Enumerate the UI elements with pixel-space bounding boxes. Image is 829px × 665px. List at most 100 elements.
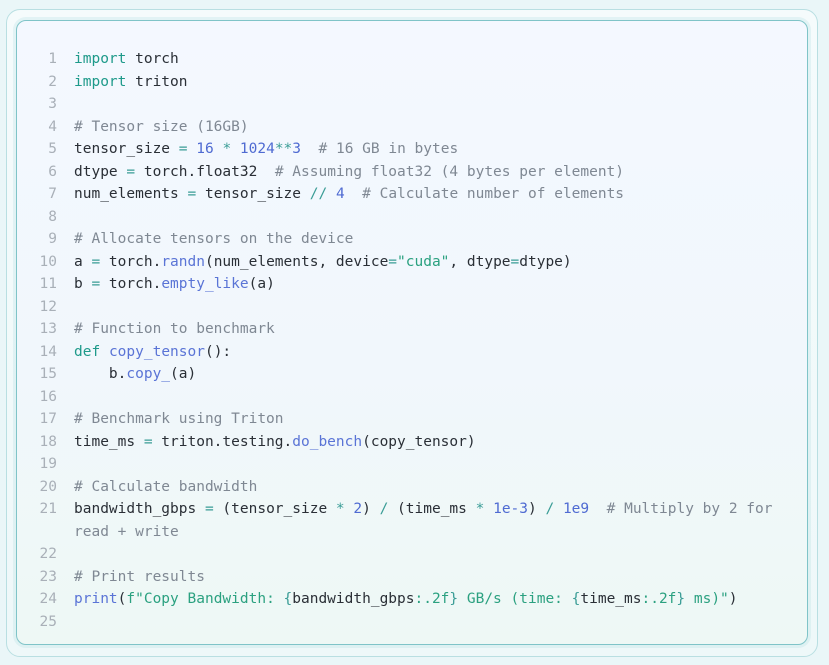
code-token: =: [143, 433, 153, 450]
code-token: tensor_size: [196, 186, 310, 202]
code-token: (a): [248, 276, 275, 292]
code-token: num_elements: [74, 186, 188, 202]
line-source: # Tensor size (16GB): [74, 116, 807, 139]
line-number: 8: [48, 208, 57, 225]
line-number: 13: [39, 321, 57, 337]
code-token: import: [74, 51, 127, 67]
line-source: # Benchmark using Triton: [74, 408, 807, 431]
code-line: 12 ​: [17, 296, 807, 319]
code-token: }: [449, 591, 459, 607]
line-number: 25: [39, 613, 57, 630]
line-source: import torch: [74, 48, 807, 71]
code-token: (time_ms: [388, 501, 476, 517]
code-token: /: [545, 501, 555, 517]
code-line: 10 a = torch.randn(num_elements, device="…: [17, 251, 807, 274]
code-token: f"Copy Bandwidth:: [126, 591, 284, 607]
code-token: }: [676, 591, 686, 607]
code-token: , dtype: [449, 253, 511, 270]
line-number: 3: [48, 96, 57, 112]
code-line: 11 b = torch.empty_like(a): [17, 273, 807, 296]
line-source: ​: [74, 611, 807, 634]
line-number: 24: [39, 591, 57, 607]
code-token: randn: [161, 253, 205, 270]
line-number: 22: [39, 546, 57, 562]
code-line: 3​: [17, 93, 807, 116]
code-token: *: [335, 501, 345, 517]
line-number: 16: [39, 388, 57, 405]
code-token: /: [379, 501, 389, 517]
line-source: print(f"Copy Bandwidth: {bandwidth_gbps:…: [74, 588, 807, 611]
code-line: 22 ​: [17, 543, 807, 566]
code-token: torch.float32: [135, 163, 275, 180]
line-source: a = torch.randn(num_elements, device="cu…: [74, 251, 807, 274]
line-source: import triton: [74, 71, 807, 94]
code-token: 2: [353, 501, 363, 517]
code-token: # Print results: [74, 568, 205, 585]
line-source: ​: [74, 206, 807, 229]
code-token: do_bench: [292, 433, 363, 450]
code-token: :.2f: [641, 591, 677, 607]
line-number: 11: [39, 276, 57, 292]
line-number: 18: [39, 433, 57, 450]
code-token: copy_tensor: [108, 343, 205, 360]
line-source: ​: [74, 386, 807, 409]
code-token: =: [126, 163, 136, 180]
code-line: 19 ​: [17, 453, 807, 476]
line-number: 6: [48, 163, 57, 180]
line-number: 15: [39, 366, 57, 382]
code-token: b.: [74, 366, 127, 382]
line-number: 5: [48, 141, 57, 157]
code-token: {: [283, 591, 293, 607]
code-token: :.2f: [414, 591, 450, 607]
code-token: dtype: [74, 163, 127, 180]
code-token: tensor_size: [74, 141, 179, 157]
code-token: (tensor_size: [213, 501, 336, 517]
line-source: b = torch.empty_like(a): [74, 273, 807, 296]
code-token: 4: [335, 186, 345, 202]
line-number: 21: [39, 501, 57, 517]
code-token: torch.: [100, 253, 162, 270]
line-number: 2: [48, 73, 57, 90]
code-token: print: [74, 591, 118, 607]
code-token: def: [74, 343, 101, 360]
code-token: # 16 GB in bytes: [318, 141, 459, 157]
code-line: 21 bandwidth_gbps = (tensor_size * 2) / (…: [17, 498, 807, 543]
code-token: dtype): [519, 253, 572, 270]
code-line: 1 import torch: [17, 48, 807, 71]
line-source: # Print results: [74, 566, 807, 589]
code-line: 25 ​: [17, 611, 807, 634]
line-source: # Calculate bandwidth: [74, 476, 807, 499]
code-token: b: [74, 276, 92, 292]
code-token: 1e-3: [493, 501, 529, 517]
code-token: # Tensor size (16GB): [74, 118, 249, 135]
code-token: ): [528, 501, 546, 517]
line-number: 23: [39, 568, 57, 585]
code-token: copy_: [126, 366, 171, 382]
line-source: num_elements = tensor_size // 4 # Calcul…: [74, 183, 807, 206]
code-token: empty_like: [161, 276, 249, 292]
code-line: 16 ​: [17, 386, 807, 409]
line-source: # Allocate tensors on the device: [74, 228, 807, 251]
code-token: bandwidth_gbps: [292, 591, 415, 607]
code-token: time_ms: [580, 591, 642, 607]
code-token: 3: [292, 141, 302, 157]
code-token: import: [74, 73, 127, 90]
code-block[interactable]: 1import torch2import triton3​4# Tensor s…: [16, 20, 808, 645]
code-line: 13 # Function to benchmark: [17, 318, 807, 341]
code-token: GB/s (time:: [458, 591, 572, 607]
line-source: time_ms = triton.testing.do_bench(copy_t…: [74, 431, 807, 454]
line-number: 9: [48, 231, 57, 247]
code-token: //: [309, 186, 328, 202]
code-token: triton.testing.: [152, 433, 293, 450]
line-number: 17: [39, 411, 57, 427]
line-number: 12: [39, 298, 57, 315]
code-token: a: [74, 253, 92, 270]
line-number: 7: [48, 186, 57, 202]
